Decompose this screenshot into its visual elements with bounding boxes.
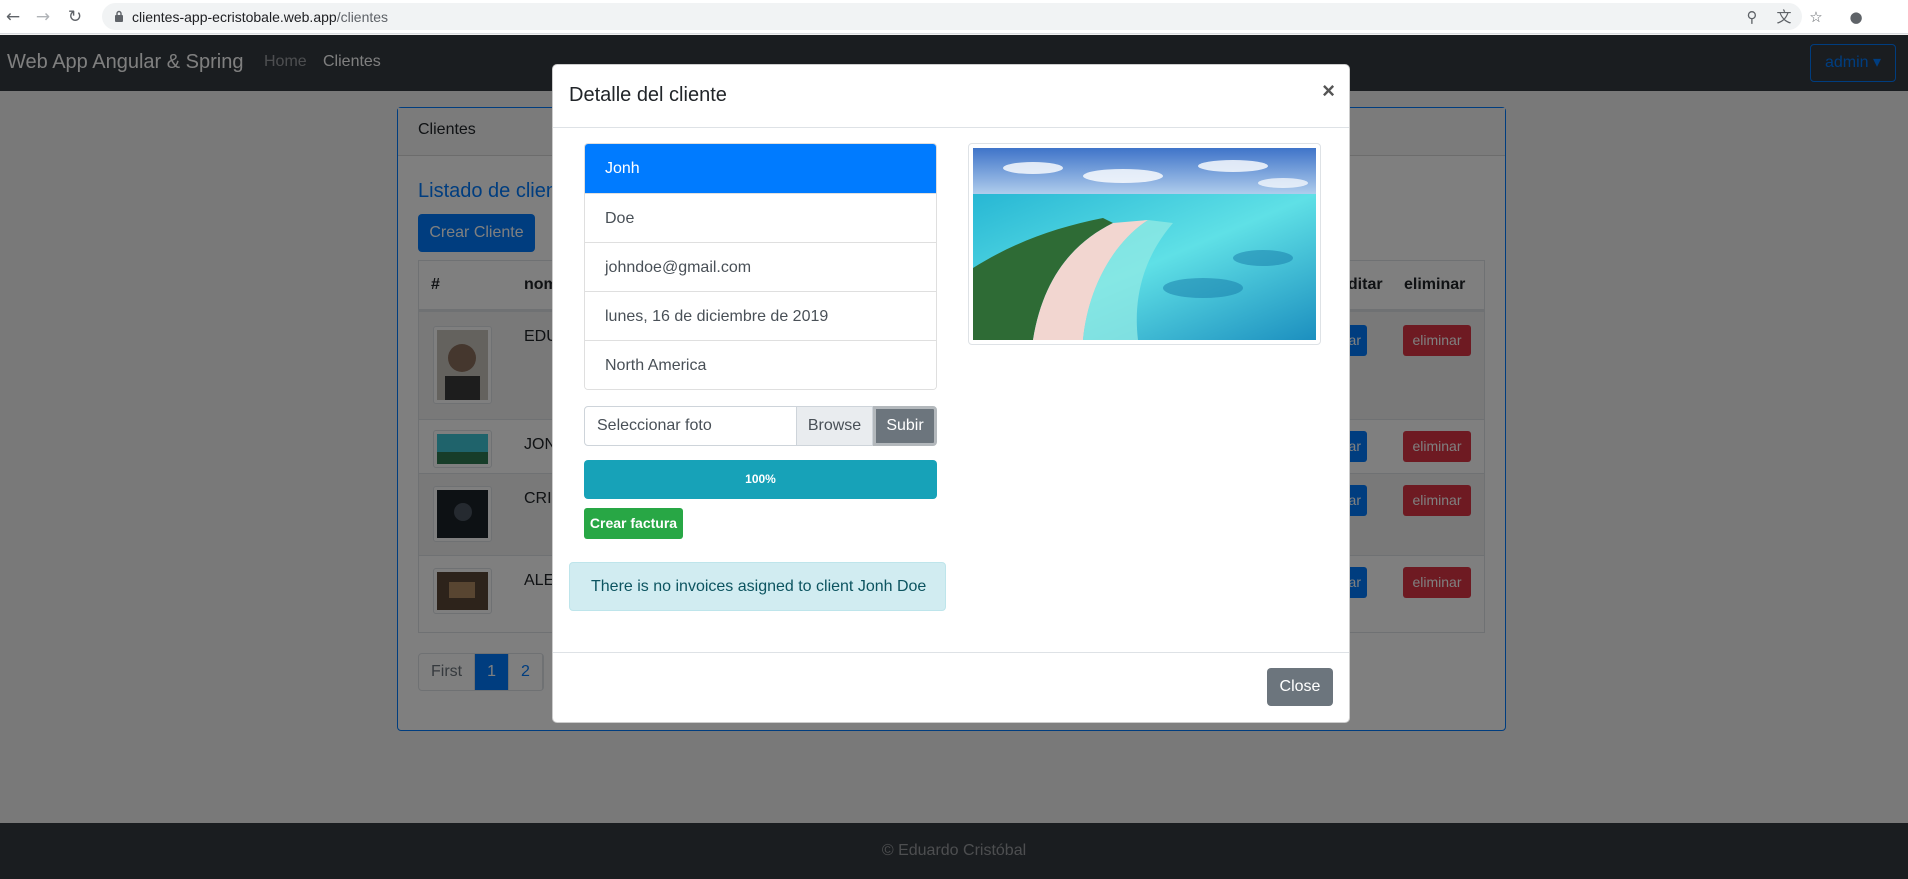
file-input[interactable]: Seleccionar foto	[584, 406, 797, 446]
detail-region: North America	[585, 340, 936, 389]
client-detail-modal: Detalle del cliente × Jonh Doe johndoe@g…	[552, 64, 1350, 723]
close-button[interactable]: Close	[1267, 668, 1333, 706]
modal-footer: Close	[553, 652, 1349, 724]
close-icon[interactable]: ×	[1322, 79, 1335, 103]
lock-icon	[115, 10, 123, 22]
star-icon[interactable]: ☆	[1806, 7, 1826, 27]
client-details-list: Jonh Doe johndoe@gmail.com lunes, 16 de …	[584, 143, 937, 390]
modal-title: Detalle del cliente	[569, 84, 727, 106]
forward-icon[interactable]: →	[32, 6, 54, 28]
detail-last-name: Doe	[585, 193, 936, 242]
address-bar[interactable]: clientes-app-ecristobale.web.app/cliente…	[102, 3, 1802, 30]
key-icon[interactable]: ⚲	[1742, 7, 1762, 27]
upload-progress: 100%	[584, 460, 937, 499]
back-icon[interactable]: ←	[2, 6, 24, 28]
beach-photo	[973, 148, 1316, 340]
translate-icon[interactable]: 文	[1774, 7, 1794, 27]
no-invoices-alert: There is no invoices asigned to client J…	[569, 562, 946, 611]
modal-header: Detalle del cliente ×	[553, 65, 1349, 128]
account-icon[interactable]: ●	[1846, 7, 1866, 27]
detail-first-name: Jonh	[585, 144, 936, 193]
browse-button[interactable]: Browse	[796, 406, 873, 446]
upload-button[interactable]: Subir	[873, 406, 937, 446]
reload-icon[interactable]: ↻	[64, 6, 86, 28]
photo-upload-group: Seleccionar foto Browse Subir	[584, 406, 937, 446]
url-text: clientes-app-ecristobale.web.app/cliente…	[132, 9, 389, 25]
progress-bar: 100%	[584, 460, 937, 499]
browser-toolbar: ← → ↻ clientes-app-ecristobale.web.app/c…	[0, 0, 1908, 34]
detail-email: johndoe@gmail.com	[585, 242, 936, 291]
create-invoice-button[interactable]: Crear factura	[584, 508, 683, 539]
detail-date: lunes, 16 de diciembre de 2019	[585, 291, 936, 340]
client-photo-large	[968, 143, 1321, 345]
